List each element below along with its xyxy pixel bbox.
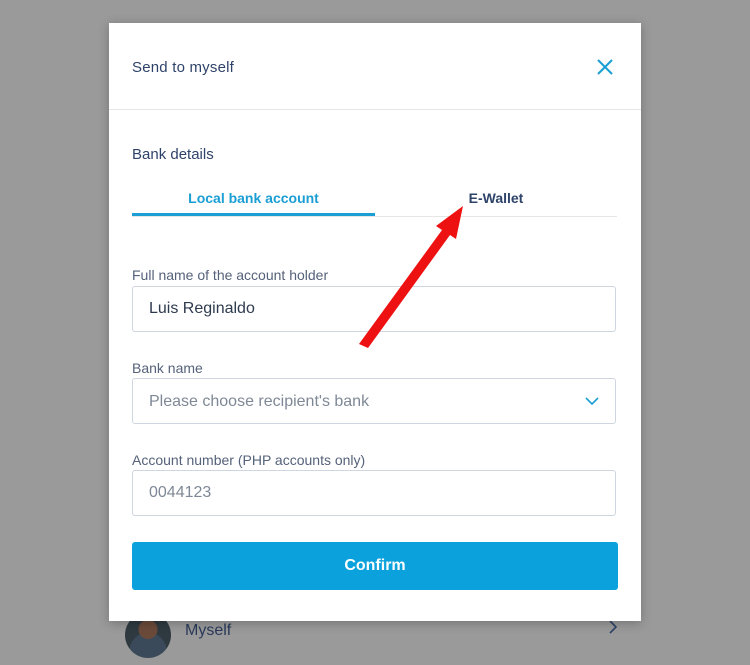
account-number-field-box <box>132 470 616 516</box>
full-name-input[interactable] <box>133 287 569 331</box>
send-to-myself-modal: Send to myself Bank details Local bank a… <box>109 23 641 621</box>
bank-type-tabs: Local bank account E-Wallet <box>132 183 617 217</box>
bank-name-placeholder: Please choose recipient's bank <box>149 393 370 410</box>
bank-details-heading: Bank details <box>132 146 214 163</box>
close-icon[interactable] <box>593 55 617 79</box>
chevron-right-icon <box>609 620 618 634</box>
full-name-field-box <box>132 286 616 332</box>
tab-e-wallet[interactable]: E-Wallet <box>375 190 617 216</box>
account-number-input[interactable] <box>133 471 569 515</box>
recipient-name: Myself <box>185 622 232 639</box>
modal-header: Send to myself <box>109 23 641 110</box>
full-name-label: Full name of the account holder <box>132 267 329 283</box>
tab-local-bank-account[interactable]: Local bank account <box>132 190 375 216</box>
account-number-label: Account number (PHP accounts only) <box>132 452 366 468</box>
confirm-button[interactable]: Confirm <box>132 542 618 590</box>
chevron-down-icon <box>585 397 599 406</box>
bank-name-select[interactable]: Please choose recipient's bank <box>132 378 616 424</box>
bank-name-label: Bank name <box>132 360 203 376</box>
modal-title: Send to myself <box>132 59 235 76</box>
